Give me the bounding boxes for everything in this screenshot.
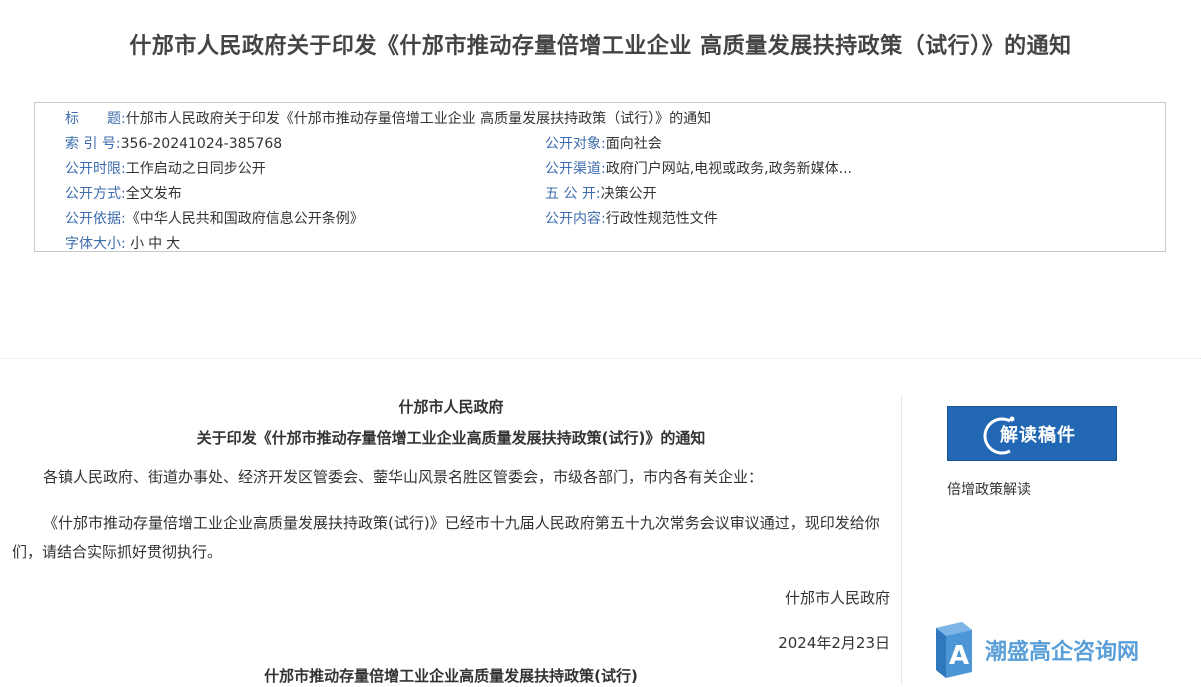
a-letter-logo-icon: A <box>936 622 972 678</box>
meta-audience-row: 公开对象:面向社会 <box>545 134 662 154</box>
document-date: 2024年2月23日 <box>778 634 890 652</box>
recipients-paragraph: 各镇人民政府、街道办事处、经济开发区管委会、蓥华山风景名胜区管委会，市级各部门，… <box>43 468 764 486</box>
section-divider <box>0 358 1201 359</box>
font-size-large-option[interactable]: 大 <box>166 236 180 252</box>
meta-method-row: 公开方式:全文发布 <box>65 184 182 204</box>
watermark: A 潮盛高企咨询网 <box>932 620 1162 680</box>
interpretation-button-label: 解读稿件 <box>1000 425 1076 446</box>
meta-method-value: 全文发布 <box>125 186 182 202</box>
meta-content-value: 行政性规范性文件 <box>605 211 718 227</box>
meta-basis-row: 公开依据:《中华人民共和国政府信息公开条例》 <box>65 209 364 229</box>
svg-text:A: A <box>949 641 969 671</box>
body-paragraph: 《什邡市推动存量倍增工业企业高质量发展扶持政策(试行)》已经市十九届人民政府第五… <box>12 514 880 561</box>
page-title: 什邡市人民政府关于印发《什邡市推动存量倍增工业企业 高质量发展扶持政策（试行）》… <box>129 34 1072 59</box>
watermark-text: 潮盛高企咨询网 <box>985 639 1140 665</box>
meta-channel-label: 公开渠道: <box>545 161 606 177</box>
font-size-small-option[interactable]: 小 <box>130 236 144 252</box>
signature: 什邡市人民政府 <box>784 589 890 607</box>
meta-content-row: 公开内容:行政性规范性文件 <box>545 209 718 229</box>
meta-audience-value: 面向社会 <box>605 136 662 152</box>
meta-five-public-row: 五 公 开:决策公开 <box>545 184 657 204</box>
font-size-medium-option[interactable]: 中 <box>148 236 162 252</box>
meta-method-label: 公开方式: <box>65 186 126 202</box>
meta-five-public-label: 五 公 开: <box>545 186 601 202</box>
meta-time-limit-row: 公开时限:工作启动之日同步公开 <box>65 159 266 179</box>
policy-interpretation-link[interactable]: 倍增政策解读 <box>947 479 1031 499</box>
policy-subtitle: 什邡市推动存量倍增工业企业高质量发展扶持政策(试行) <box>264 667 638 685</box>
meta-channel-row: 公开渠道:政府门户网站,电视或政务,政务新媒体... <box>545 159 852 179</box>
meta-index-label: 索 引 号: <box>65 136 121 152</box>
meta-time-limit-value: 工作启动之日同步公开 <box>125 161 266 177</box>
meta-five-public-value: 决策公开 <box>600 186 657 202</box>
document-content: 什邡市人民政府 关于印发《什邡市推动存量倍增工业企业高质量发展扶持政策(试行)》… <box>0 396 902 685</box>
meta-index-value: 356-20241024-385768 <box>120 136 283 152</box>
meta-audience-label: 公开对象: <box>545 136 606 152</box>
meta-content-label: 公开内容: <box>545 211 606 227</box>
document-title: 关于印发《什邡市推动存量倍增工业企业高质量发展扶持政策(试行)》的通知 <box>196 429 706 447</box>
font-size-label: 字体大小: <box>65 236 126 252</box>
interpretation-button[interactable]: 解读稿件 <box>947 406 1117 461</box>
meta-title-value: 什邡市人民政府关于印发《什邡市推动存量倍增工业企业 高质量发展扶持政策（试行）》… <box>125 111 712 127</box>
meta-basis-value: 《中华人民共和国政府信息公开条例》 <box>125 211 364 227</box>
metadata-box: 标 题:什邡市人民政府关于印发《什邡市推动存量倍增工业企业 高质量发展扶持政策（… <box>34 102 1166 252</box>
meta-title-row: 标 题:什邡市人民政府关于印发《什邡市推动存量倍增工业企业 高质量发展扶持政策（… <box>65 109 711 129</box>
meta-title-label: 标 题: <box>65 111 126 127</box>
meta-time-limit-label: 公开时限: <box>65 161 126 177</box>
document-issuer: 什邡市人民政府 <box>398 398 504 416</box>
meta-channel-value: 政府门户网站,电视或政务,政务新媒体... <box>605 161 852 177</box>
meta-basis-label: 公开依据: <box>65 211 126 227</box>
meta-index-row: 索 引 号:356-20241024-385768 <box>65 134 282 154</box>
font-size-row: 字体大小: 小中大 <box>65 234 184 254</box>
